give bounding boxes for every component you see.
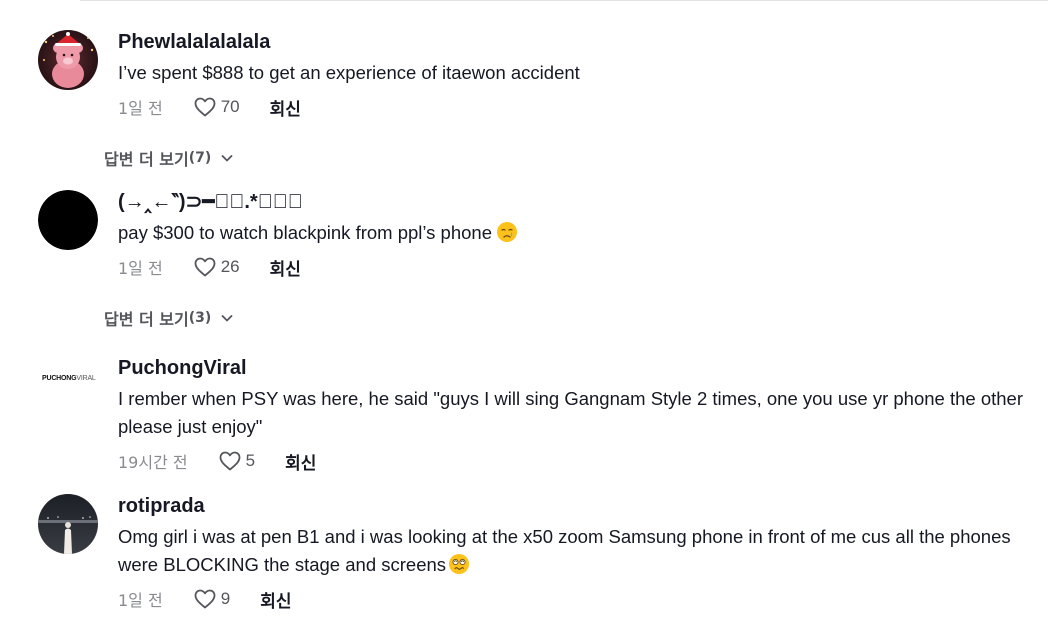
avatar[interactable] [38,190,98,250]
comment-meta: 1일 전 70 회신 [118,93,1033,121]
comment-text: I rember when PSY was here, he said "guy… [118,388,1023,437]
comment-meta: 1일 전 9 회신 [118,585,1033,613]
comment-time: 19시간 전 [118,453,188,472]
view-more-replies-button[interactable]: 답변 더 보기 (3) [104,306,235,330]
comment-username[interactable]: (→‸←‶)⊃━☆ﾟ.*･｡ﾟ [118,190,1033,214]
heart-icon [194,97,216,117]
crying-face-emoji [497,222,518,242]
comment-username[interactable]: PuchongViral [118,356,1033,380]
more-replies-count: (7) [188,150,212,166]
comment-time: 1일 전 [118,99,163,118]
heart-icon [194,257,216,277]
avatar[interactable] [38,30,98,90]
reply-button[interactable]: 회신 [260,587,291,612]
more-replies-count: (3) [188,310,212,326]
comment-text: pay $300 to watch blackpink from ppl’s p… [118,219,1033,247]
comment-text-body: pay $300 to watch blackpink from ppl’s p… [118,222,493,243]
avatar[interactable] [38,494,98,554]
like-count: 26 [220,257,240,276]
comment-text: I’ve spent $888 to get an experience of … [118,62,580,83]
like-count: 70 [220,97,240,116]
dizzy-face-emoji [449,554,470,574]
like-count: 5 [245,451,256,470]
more-replies-label: 답변 더 보기 [104,310,189,329]
comment-meta: 1일 전 26 회신 [118,253,1033,281]
comment-time: 1일 전 [118,259,163,278]
comment-time: 1일 전 [118,591,163,610]
chevron-down-icon [221,155,233,162]
reply-button[interactable]: 회신 [270,255,301,280]
chevron-down-icon [221,315,233,322]
like-button[interactable]: 5 [218,449,255,473]
avatar[interactable]: PUCHONGVIRAL [38,350,98,410]
like-button[interactable]: 70 [193,95,240,119]
puchongviral-logo: PUCHONGVIRAL [42,375,96,382]
comment-username[interactable]: rotiprada [118,494,1033,518]
like-count: 9 [220,589,231,608]
comment-text: Omg girl i was at pen B1 and i was looki… [118,523,1033,579]
like-button[interactable]: 26 [193,255,240,279]
comment-meta: 19시간 전 5 회신 [118,447,1033,475]
reply-button[interactable]: 회신 [270,95,301,120]
reply-button[interactable]: 회신 [285,449,316,474]
view-more-replies-button[interactable]: 답변 더 보기 (7) [104,146,235,170]
comment-username[interactable]: Phewlalalalalala [118,30,1033,54]
heart-icon [194,589,216,609]
more-replies-label: 답변 더 보기 [104,150,189,169]
heart-icon [219,451,241,471]
comment-text-body: Omg girl i was at pen B1 and i was looki… [118,526,1011,575]
like-button[interactable]: 9 [193,587,230,611]
top-divider [80,0,1048,1]
